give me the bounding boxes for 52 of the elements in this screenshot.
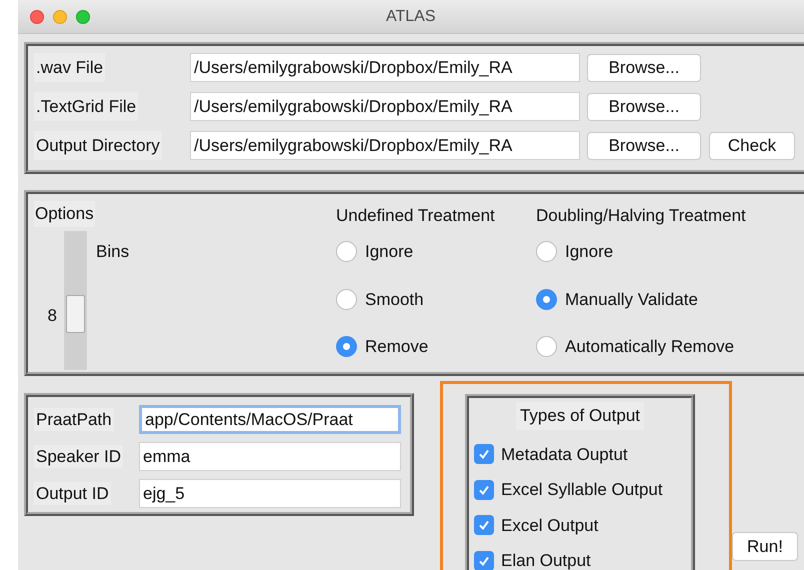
field-label: .wav File (34, 52, 106, 82)
checkbox[interactable] (474, 444, 494, 464)
section-title: Options (34, 201, 95, 226)
minimize-button[interactable] (53, 10, 67, 24)
radio-option[interactable]: Ignore (536, 239, 796, 264)
radio-button[interactable] (536, 288, 557, 310)
radio-button[interactable] (536, 241, 557, 262)
radio-option[interactable]: Remove (336, 334, 536, 360)
field-label: Speaker ID (34, 444, 124, 468)
run-button[interactable]: Run! (732, 532, 798, 561)
checkmark-icon (478, 554, 490, 567)
checkbox[interactable] (474, 480, 494, 500)
text-field[interactable]: ejg_5 (139, 479, 401, 508)
field-label: .TextGrid File (34, 92, 138, 122)
browse-button[interactable]: Browse... (587, 132, 701, 160)
path-field[interactable]: /Users/emilygrabowski/Dropbox/Emily_RA (190, 53, 580, 82)
radio-button[interactable] (336, 336, 357, 358)
field-label: Output Directory (34, 130, 162, 160)
close-button[interactable] (30, 10, 44, 24)
slider-thumb[interactable] (66, 295, 85, 334)
radio-option[interactable]: Smooth (336, 286, 536, 312)
window-title: ATLAS (386, 6, 436, 26)
column-heading: Undefined Treatment (336, 205, 496, 225)
checkbox-option[interactable]: Excel Syllable Output (474, 477, 663, 502)
checkbox[interactable] (474, 515, 494, 536)
slider-label: Bins (96, 240, 130, 260)
browse-button[interactable]: Browse... (587, 54, 701, 82)
column-heading: Doubling/Halving Treatment (536, 205, 747, 225)
slider-value: 8 (46, 305, 58, 324)
checkbox-option[interactable]: Excel Output (474, 512, 663, 538)
checkbox-option[interactable]: Elan Output (474, 548, 663, 570)
browse-button[interactable]: Browse... (587, 92, 701, 120)
text-field[interactable]: emma (139, 442, 401, 471)
radio-option[interactable]: Automatically Remove (536, 334, 796, 360)
radio-option[interactable]: Manually Validate (536, 286, 796, 312)
zoom-button[interactable] (76, 10, 90, 24)
text-field[interactable]: app/Contents/MacOS/Praat (139, 405, 401, 434)
path-field[interactable]: /Users/emilygrabowski/Dropbox/Emily_RA (190, 92, 580, 121)
field-label: Output ID (34, 482, 111, 505)
radio-button[interactable] (336, 288, 357, 310)
checkmark-icon (478, 519, 490, 532)
checkmark-icon (478, 448, 490, 460)
radio-option[interactable]: Ignore (336, 239, 536, 264)
checkbox-option[interactable]: Metadata Ouptut (474, 442, 663, 467)
path-field[interactable]: /Users/emilygrabowski/Dropbox/Emily_RA (190, 131, 580, 160)
radio-button[interactable] (336, 241, 357, 262)
check-button[interactable]: Check (709, 132, 795, 160)
radio-button[interactable] (536, 336, 557, 358)
checkmark-icon (478, 484, 490, 496)
section-title: Types of Output (516, 402, 644, 430)
field-label: PraatPath (34, 408, 114, 431)
checkbox[interactable] (474, 550, 494, 570)
